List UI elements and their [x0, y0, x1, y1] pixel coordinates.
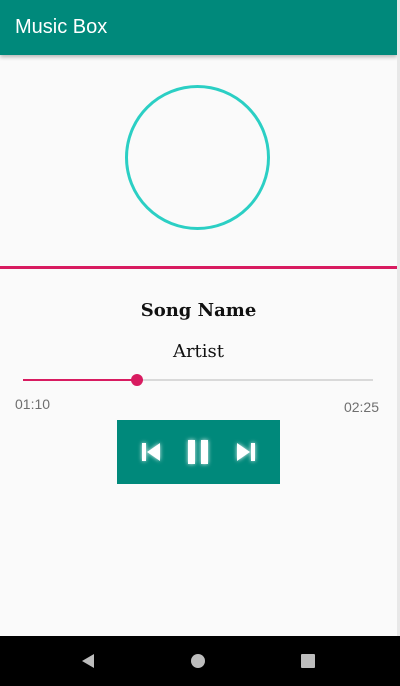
music-player-screen: Music Box Song Name Artist 01:10 02:25	[0, 0, 397, 686]
playback-controls	[117, 420, 280, 484]
pause-icon	[188, 440, 208, 464]
skip-previous-icon	[142, 443, 160, 461]
app-title: Music Box	[15, 16, 108, 38]
seek-progress	[23, 379, 138, 381]
elapsed-time: 01:10	[15, 396, 51, 412]
pause-button[interactable]	[182, 436, 214, 468]
system-nav-bar	[0, 636, 400, 686]
album-art-circle	[125, 85, 270, 230]
skip-next-button[interactable]	[230, 436, 262, 468]
nav-home-button[interactable]	[186, 649, 210, 673]
skip-previous-button[interactable]	[135, 436, 167, 468]
home-circle-icon	[191, 654, 205, 668]
seek-thumb[interactable]	[131, 374, 144, 386]
recents-square-icon	[301, 654, 315, 668]
total-time: 02:25	[343, 399, 379, 415]
back-triangle-icon	[82, 654, 94, 668]
artist-name: Artist	[172, 341, 225, 362]
app-bar: Music Box	[0, 0, 397, 55]
song-name: Song Name	[140, 300, 257, 321]
skip-next-icon	[237, 443, 255, 461]
seek-bar[interactable]	[23, 370, 373, 390]
nav-back-button[interactable]	[76, 649, 100, 673]
nav-recents-button[interactable]	[296, 649, 320, 673]
divider-line	[0, 266, 397, 269]
